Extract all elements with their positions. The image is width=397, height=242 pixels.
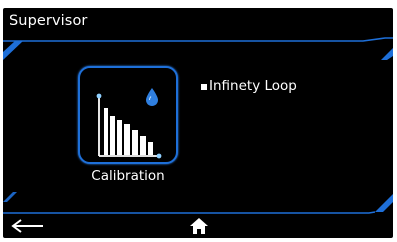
calibration-label[interactable]: Calibration <box>73 168 183 184</box>
home-icon <box>190 218 208 234</box>
back-arrow-icon <box>11 219 43 233</box>
calibration-tile[interactable] <box>78 66 178 164</box>
decorative-frame-lines <box>3 37 393 214</box>
bullet-icon <box>201 83 207 90</box>
infinety-loop-item[interactable]: Infinety Loop <box>201 78 297 94</box>
footer-bar <box>3 212 393 238</box>
bar-chart-droplet-icon <box>96 88 162 159</box>
header-bar: Supervisor <box>3 8 393 38</box>
device-screen: Supervisor Calibration Infinety Loop <box>3 8 393 238</box>
back-button[interactable] <box>9 215 49 237</box>
infinety-loop-label: Infinety Loop <box>209 78 297 94</box>
home-button[interactable] <box>187 215 211 237</box>
page-title: Supervisor <box>9 13 88 29</box>
